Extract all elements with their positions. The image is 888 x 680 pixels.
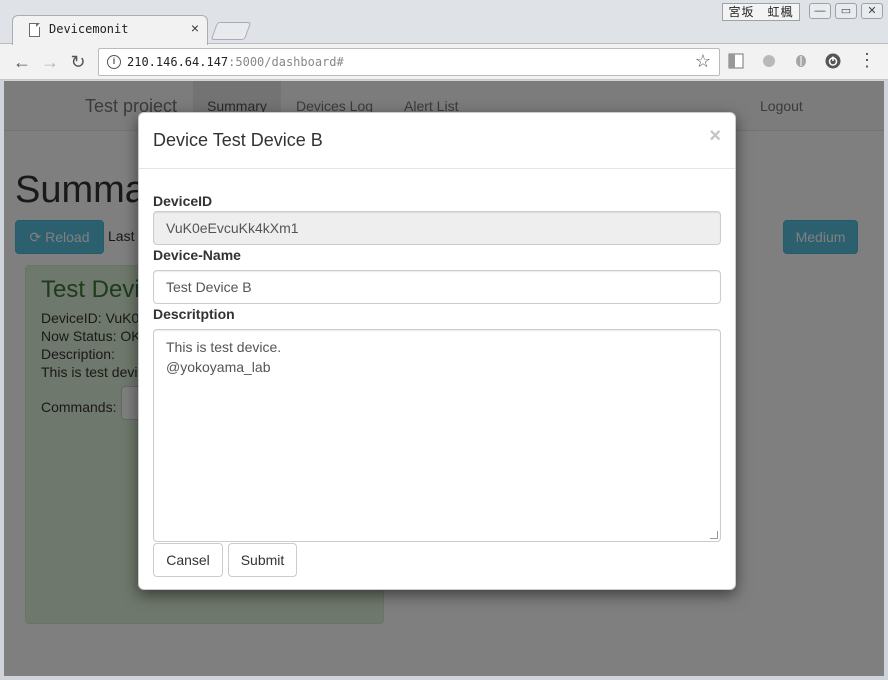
new-tab-button[interactable] <box>210 22 252 40</box>
ime-indicator: 宮坂 虹楓 <box>722 3 800 21</box>
address-toolbar: ← → ↻ i 210.146.64.147:5000/dashboard# ☆… <box>0 44 888 80</box>
description-textarea[interactable]: This is test device. @yokoyama_lab <box>153 329 721 542</box>
device-edit-modal: Device Test Device B × DeviceID VuK0eEvc… <box>138 112 736 590</box>
extension-panel-icon[interactable] <box>728 53 744 69</box>
bookmark-star-icon[interactable]: ☆ <box>695 51 711 72</box>
back-icon[interactable]: ← <box>10 50 34 74</box>
url-field[interactable]: i 210.146.64.147:5000/dashboard# ☆ <box>98 48 720 76</box>
device-id-field: VuK0eEvcuKk4kXm1 <box>153 211 721 245</box>
cancel-button[interactable]: Cansel <box>153 543 223 577</box>
forward-icon[interactable]: → <box>38 50 62 74</box>
info-icon[interactable]: i <box>107 55 121 69</box>
description-field-label: Descritption <box>153 306 235 322</box>
menu-dots-icon[interactable]: ⋮ <box>858 51 876 69</box>
device-name-label: Device-Name <box>153 247 241 263</box>
browser-titlebar: Devicemonit × 宮坂 虹楓 — ▭ ✕ <box>0 0 888 45</box>
modal-title: Device Test Device B <box>153 130 323 150</box>
tab-close-icon[interactable]: × <box>191 20 199 36</box>
submit-button[interactable]: Submit <box>228 543 297 577</box>
power-icon[interactable] <box>825 53 841 69</box>
device-name-field[interactable]: Test Device B <box>153 270 721 304</box>
modal-close-icon[interactable]: × <box>709 125 721 148</box>
url-text: 210.146.64.147:5000/dashboard# <box>127 55 344 69</box>
minimize-button[interactable]: — <box>809 3 831 19</box>
extension-leaf-icon[interactable] <box>793 53 809 69</box>
window-close-button[interactable]: ✕ <box>861 3 883 19</box>
extension-shield-icon[interactable] <box>761 53 777 69</box>
modal-header: Device Test Device B × <box>139 113 735 169</box>
description-text-line-2: @yokoyama_lab <box>166 359 271 375</box>
page-icon <box>29 23 40 37</box>
reload-page-icon[interactable]: ↻ <box>66 50 90 74</box>
tab-title: Devicemonit <box>49 22 129 36</box>
resize-grip-icon[interactable] <box>710 531 718 539</box>
device-id-label: DeviceID <box>153 193 213 209</box>
description-text-line-1: This is test device. <box>166 339 282 355</box>
restore-button[interactable]: ▭ <box>835 3 857 19</box>
browser-tab[interactable]: Devicemonit × <box>12 15 208 45</box>
